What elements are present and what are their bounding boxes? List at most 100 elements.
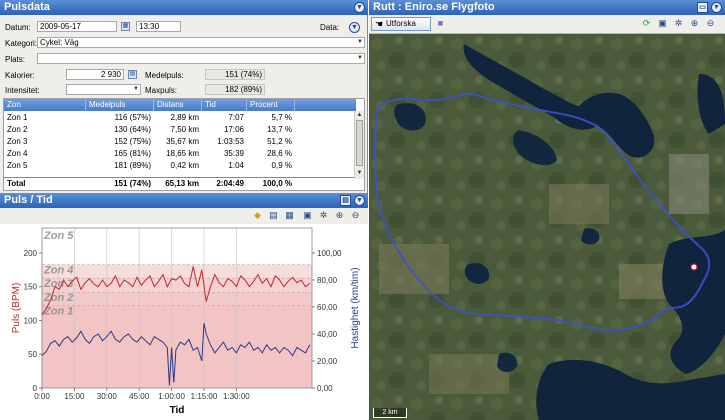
datum-value: 2009-05-17 [40,22,81,31]
calendar-icon[interactable]: ▦ [121,22,130,31]
y2-tick-label: 20,00 [317,357,338,366]
plats-label: Plats: [5,55,26,64]
cell-tid: 35:39 [223,149,244,158]
gear-icon[interactable]: ✲ [318,210,329,221]
calculator-icon[interactable]: ▤ [128,70,137,79]
map-imagery[interactable] [369,34,725,420]
x-tick-label: 0:00 [34,392,50,401]
x-tick-label: 15:00 [64,392,85,401]
datum-field[interactable]: 2009-05-17 [37,21,117,32]
zoom-out-icon[interactable]: ⊖ [350,210,361,221]
cell-medelpuls: 165 (81%) [114,149,151,158]
cell-medelpuls: 151 (74%) [114,179,151,188]
cell-distans: 7,50 km [170,125,199,134]
zone-label: Zon 4 [43,264,73,276]
pulsdata-title: Pulsdata [4,1,50,13]
y2-tick-label: 80,00 [317,276,338,285]
scroll-down-icon[interactable]: ▼ [355,169,364,178]
cell-procent: 100,0 % [262,179,292,188]
chart-header: Puls / Tid ▤ ▼ [0,193,368,208]
cell-distans: 65,13 km [165,179,199,188]
chart-collapse-icon[interactable]: ▼ [354,195,365,206]
chart-icon[interactable]: ▦ [284,210,295,221]
pulsdata-collapse-icon[interactable]: ▼ [354,2,365,13]
farmland-patch [549,184,609,224]
column-header-distans[interactable]: Distans [154,99,202,111]
data-dropdown-icon[interactable]: ▼ [349,22,360,33]
datum-label: Datum: [5,23,31,32]
zone-band [42,228,312,265]
medelpuls-label: Medelpuls: [145,71,184,80]
y-tick-label: 200 [24,249,38,258]
column-header-procent[interactable]: Procent [247,99,295,111]
map-collapse-icon[interactable]: ▼ [711,2,722,13]
x-tick-label: 1:15:00 [191,392,218,401]
map-maximize-icon[interactable]: ▭ [697,2,708,13]
cell-distans: 18,65 km [166,149,199,158]
kalorier-field[interactable]: 2 930 [66,69,124,80]
table-scrollbar[interactable]: ▲ ▼ [354,111,364,179]
utforska-button[interactable]: ☚ Utforska [371,17,431,31]
cell-medelpuls: 116 (57%) [114,113,151,122]
pulsdata-header: Pulsdata ▼ [0,0,368,15]
scrollbar-thumb[interactable] [356,120,363,166]
table-icon[interactable]: ▤ [268,210,279,221]
zone-band [42,264,312,278]
x-tick-label: 1:30:00 [223,392,250,401]
cell-zon: Zon 2 [7,125,28,134]
cell-tid: 1:03:53 [217,137,244,146]
chevron-down-icon: ▼ [133,86,139,92]
cell-medelpuls: 152 (75%) [114,137,151,146]
column-header-tid[interactable]: Tid [202,99,247,111]
map-title: Rutt : Eniro.se Flygfoto [373,1,495,13]
zoom-in-icon[interactable]: ⊕ [689,18,700,29]
time-field[interactable]: 13:30 [136,21,181,32]
scroll-up-icon[interactable]: ▲ [355,111,364,120]
pulse-time-chart[interactable]: Zon 1Zon 2Zon 3Zon 4Zon 50501001502000,0… [0,224,368,420]
left-pane: Pulsdata ▼ Datum: 2009-05-17 ▦ 13:30 Dat… [0,0,368,420]
chart-layout-icon[interactable]: ▤ [340,195,351,206]
y-tick-label: 100 [24,316,38,325]
y-tick-label: 150 [24,283,38,292]
zone-label: Zon 1 [43,306,73,318]
map-layer-icon[interactable]: ■ [435,18,446,29]
refresh-icon[interactable]: ⟳ [641,18,652,29]
map-scale-bar: 2 km [373,408,407,418]
intensitet-select[interactable]: ▼ [66,84,141,95]
chart-title: Puls / Tid [4,194,53,206]
maxpuls-value: 182 (89%) [225,85,262,94]
route-endpoint-marker[interactable] [690,263,698,271]
satellite-map[interactable]: 2 km [369,34,725,420]
chart-toolbar: ◆ ▤ ▦ ▣ ✲ ⊕ ⊖ [0,208,368,224]
maxpuls-field: 182 (89%) [205,84,265,95]
cell-zon: Zon 1 [7,113,28,122]
cell-tid: 2:04:49 [216,179,244,188]
table-row[interactable]: Zon 5 181 (89%) 0,42 km 1:04 0,9 % [4,160,356,172]
x-tick-label: 30:00 [97,392,118,401]
kalorier-label: Kalorier: [5,71,35,80]
diamond-icon[interactable]: ◆ [252,210,263,221]
y2-tick-label: 40,00 [317,330,338,339]
farmland-patch [429,354,509,394]
plats-select[interactable]: ▼ [37,53,365,64]
zoom-in-icon[interactable]: ⊕ [334,210,345,221]
zone-table: Zon Medelpuls Distans Tid Procent Zon 1 … [3,98,365,191]
zoom-out-icon[interactable]: ⊖ [705,18,716,29]
y2-tick-label: 100,00 [317,249,342,258]
table-row[interactable]: Zon 4 165 (81%) 18,65 km 35:39 28,6 % [4,148,356,160]
scale-label: 2 km [382,409,398,416]
table-row[interactable]: Zon 1 116 (57%) 2,89 km 7:07 5,7 % [4,112,356,124]
column-header-medelpuls[interactable]: Medelpuls [86,99,154,111]
farmland-patch [379,244,449,294]
zone-label: Zon 5 [43,230,74,242]
save-icon[interactable]: ▣ [657,18,668,29]
gear-icon[interactable]: ✲ [673,18,684,29]
cell-zon: Zon 5 [7,161,28,170]
table-row[interactable]: Zon 2 130 (64%) 7,50 km 17:06 13,7 % [4,124,356,136]
kategori-select[interactable]: Cykel: Väg ▼ [37,37,365,48]
medelpuls-value: 151 (74%) [225,70,262,79]
table-row[interactable]: Zon 3 152 (75%) 35,67 km 1:03:53 51,2 % [4,136,356,148]
cell-distans: 35,67 km [166,137,199,146]
column-header-zon[interactable]: Zon [4,99,86,111]
save-icon[interactable]: ▣ [302,210,313,221]
